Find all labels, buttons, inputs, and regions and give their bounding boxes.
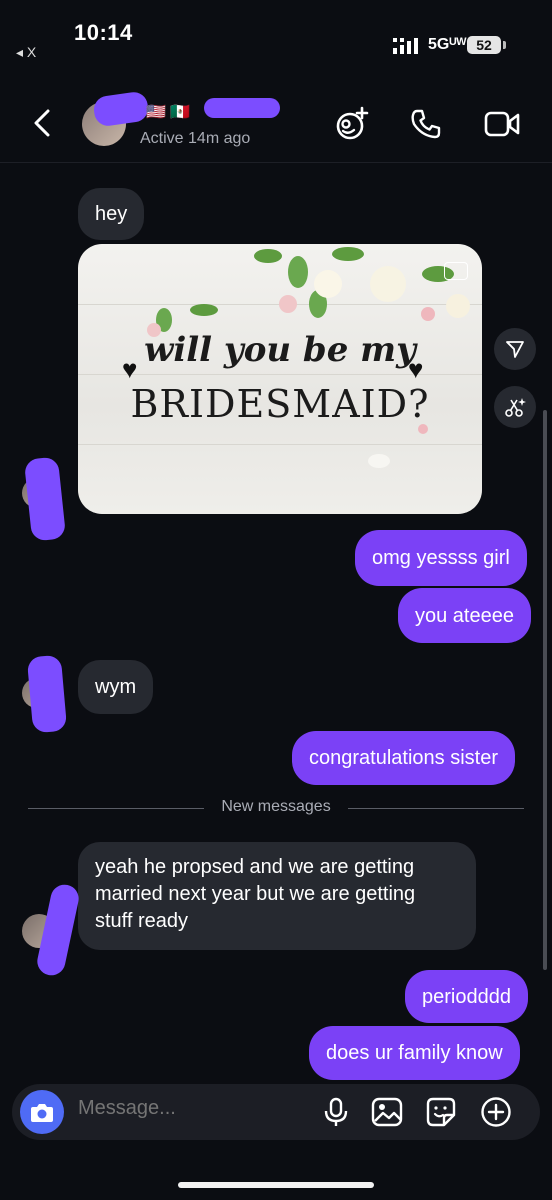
- message-line: yeah he propsed and we are getting: [95, 856, 415, 878]
- flower-decoration: [254, 247, 470, 321]
- new-messages-label: New messages: [28, 798, 524, 816]
- redaction-mark: [23, 456, 67, 542]
- gallery-icon[interactable]: [371, 1096, 403, 1128]
- incoming-message-bubble[interactable]: wym: [78, 660, 154, 714]
- contact-name-flags[interactable]: 🇺🇸 🇲🇽: [146, 102, 190, 122]
- outgoing-message-bubble[interactable]: omg yessss girl: [355, 530, 527, 586]
- camera-icon: [31, 1104, 53, 1122]
- incoming-message-bubble[interactable]: yeah he propsed and we are getting marri…: [78, 842, 476, 950]
- effects-icon[interactable]: [334, 106, 370, 142]
- back-chevron-icon[interactable]: [30, 108, 54, 138]
- camera-button[interactable]: [20, 1090, 64, 1134]
- chat-header: 🇺🇸 🇲🇽 Active 14m ago: [0, 82, 552, 163]
- scrollbar[interactable]: [543, 410, 547, 970]
- share-button[interactable]: [494, 328, 536, 370]
- battery-indicator: 52: [467, 36, 501, 54]
- message-composer: [12, 1084, 540, 1140]
- home-indicator[interactable]: [178, 1182, 374, 1188]
- petal-decoration: [418, 424, 428, 434]
- heart-icon: ♥: [408, 354, 424, 384]
- sparkle-scissors-icon: [505, 398, 526, 417]
- video-camera-icon[interactable]: [484, 110, 520, 138]
- redaction-mark: [92, 90, 150, 128]
- message-line: married next year but we are getting: [95, 883, 416, 905]
- redaction-mark: [204, 98, 280, 118]
- active-status: Active 14m ago: [140, 130, 251, 147]
- redaction-mark: [26, 654, 68, 734]
- hd-badge-icon: [444, 262, 468, 280]
- wood-plank-line: [78, 444, 482, 445]
- outgoing-message-bubble[interactable]: does ur family know: [309, 1026, 520, 1080]
- outgoing-message-bubble[interactable]: congratulations sister: [292, 731, 515, 785]
- petal-decoration: [368, 454, 390, 468]
- back-to-app-link[interactable]: ◂ X: [16, 44, 36, 61]
- message-line: stuff ready: [95, 910, 189, 932]
- microphone-icon[interactable]: [320, 1096, 352, 1128]
- outgoing-message-bubble[interactable]: periodddd: [405, 970, 528, 1023]
- message-input[interactable]: [78, 1097, 298, 1120]
- shared-image-card[interactable]: will you be my BRIDESMAID? ♥ ♥: [78, 244, 482, 514]
- incoming-message-bubble[interactable]: hey: [78, 188, 145, 240]
- sticker-icon[interactable]: [425, 1096, 457, 1128]
- status-time: 10:14: [74, 20, 133, 45]
- phone-icon[interactable]: [410, 108, 442, 140]
- outgoing-message-bubble[interactable]: you ateeee: [398, 588, 531, 643]
- new-messages-divider: New messages: [28, 798, 524, 820]
- battery-tip: [503, 41, 506, 49]
- add-icon[interactable]: [480, 1096, 512, 1128]
- share-icon: [506, 341, 524, 358]
- card-headline-line2: BRIDESMAID?: [130, 382, 430, 426]
- remix-button[interactable]: [494, 386, 536, 428]
- heart-icon: ♥: [122, 354, 138, 384]
- network-indicator: 5Gᵁᵂ: [428, 36, 467, 53]
- signal-icon: [393, 38, 418, 54]
